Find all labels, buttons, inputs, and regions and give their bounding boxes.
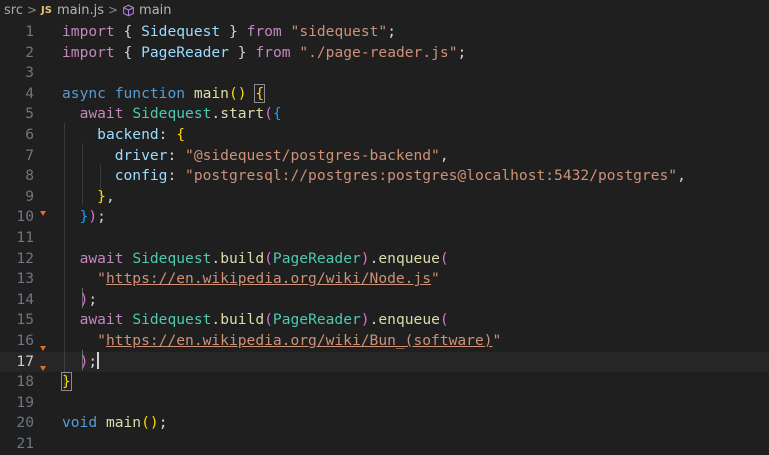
line-number: 21 xyxy=(16,435,34,452)
code-text: await Sidequest.start({ xyxy=(79,105,282,123)
line-number: 1 xyxy=(25,23,34,40)
line-number: 20 xyxy=(16,414,34,432)
code-line[interactable]: 15 await Sidequest.build(PageReader).enq… xyxy=(0,310,769,331)
code-text: driver: "@sidequest/postgres-backend", xyxy=(114,146,449,164)
code-line[interactable]: 20 void main(); xyxy=(0,413,769,434)
code-text: void main(); xyxy=(62,414,168,432)
text-cursor xyxy=(97,351,100,369)
code-line[interactable]: 9 }, xyxy=(0,187,769,208)
breadcrumb: src > JS main.js > main xyxy=(0,0,769,20)
chevron-right-icon: > xyxy=(107,3,119,17)
code-line[interactable]: 5 await Sidequest.start({ xyxy=(0,104,769,125)
code-text: ); xyxy=(79,290,98,308)
line-number: 7 xyxy=(25,146,34,164)
code-text: } xyxy=(61,372,72,392)
line-number: 5 xyxy=(25,105,34,123)
code-line[interactable]: 4 async function main() { xyxy=(0,83,769,105)
code-line[interactable]: 6 backend: { xyxy=(0,125,769,146)
code-text: await Sidequest.build(PageReader).enqueu… xyxy=(79,311,449,329)
line-number: 8 xyxy=(25,167,34,185)
code-line[interactable]: 12 await Sidequest.build(PageReader).enq… xyxy=(0,249,769,270)
code-line[interactable]: 8 config: "postgresql://postgres:postgre… xyxy=(0,166,769,187)
code-text: config: "postgresql://postgres:postgres@… xyxy=(114,167,686,185)
code-text: async function main() { xyxy=(62,83,266,103)
breadcrumb-symbol[interactable]: main xyxy=(139,3,171,18)
code-line[interactable]: 16 "https://en.wikipedia.org/wiki/Bun_(s… xyxy=(0,331,769,352)
line-number: 13 xyxy=(16,270,34,288)
line-number: 17 xyxy=(16,352,34,370)
code-line[interactable]: 11 xyxy=(0,228,769,249)
line-number: 15 xyxy=(16,311,34,329)
line-number: 6 xyxy=(25,126,34,143)
code-line[interactable]: 21 xyxy=(0,434,769,455)
code-line[interactable]: 10 }); xyxy=(0,207,769,228)
code-line[interactable]: 3 xyxy=(0,63,769,84)
code-text: ); xyxy=(79,351,100,370)
code-editor[interactable]: 1 import { Sidequest } from "sidequest";… xyxy=(0,20,769,452)
line-number: 16 xyxy=(16,332,34,349)
code-text: import { Sidequest } from "sidequest"; xyxy=(62,23,396,40)
line-number: 9 xyxy=(25,187,34,205)
code-line[interactable]: 7 driver: "@sidequest/postgres-backend", xyxy=(0,146,769,167)
code-text: import { PageReader } from "./page-reade… xyxy=(62,43,467,61)
lightbulb-marker-icon[interactable] xyxy=(40,345,46,351)
code-line[interactable]: 2 import { PageReader } from "./page-rea… xyxy=(0,43,769,64)
line-number: 10 xyxy=(16,208,34,226)
line-number: 2 xyxy=(25,43,34,61)
line-number: 14 xyxy=(16,290,34,308)
code-line[interactable]: 14 ); xyxy=(0,290,769,311)
code-line[interactable]: 13 "https://en.wikipedia.org/wiki/Node.j… xyxy=(0,269,769,290)
breadcrumb-file[interactable]: main.js xyxy=(57,3,104,18)
url-link[interactable]: https://en.wikipedia.org/wiki/Node.js xyxy=(106,270,431,287)
line-number: 3 xyxy=(25,64,34,82)
code-text: backend: { xyxy=(97,126,186,143)
line-number: 4 xyxy=(25,84,34,102)
line-number: 11 xyxy=(16,229,34,246)
breadcrumb-folder[interactable]: src xyxy=(4,3,23,18)
code-text: }); xyxy=(79,208,106,226)
url-link[interactable]: https://en.wikipedia.org/wiki/Bun_(softw… xyxy=(106,332,493,349)
javascript-file-icon: JS xyxy=(41,4,52,16)
code-text: "https://en.wikipedia.org/wiki/Bun_(soft… xyxy=(97,332,502,349)
cube-icon xyxy=(122,4,135,17)
code-text: }, xyxy=(97,187,115,205)
line-number: 12 xyxy=(16,249,34,267)
lightbulb-marker-icon[interactable] xyxy=(40,211,46,217)
line-number: 19 xyxy=(16,393,34,411)
code-text: "https://en.wikipedia.org/wiki/Node.js" xyxy=(97,270,440,288)
lightbulb-marker-icon[interactable] xyxy=(40,366,46,372)
code-line[interactable]: 19 xyxy=(0,393,769,414)
code-line[interactable]: 1 import { Sidequest } from "sidequest"; xyxy=(0,22,769,43)
chevron-right-icon: > xyxy=(26,3,38,17)
code-text: await Sidequest.build(PageReader).enqueu… xyxy=(79,249,449,267)
code-line-current[interactable]: 17 ); xyxy=(0,345,769,373)
line-number: 18 xyxy=(16,373,34,391)
code-line[interactable]: 18 } xyxy=(0,366,769,393)
